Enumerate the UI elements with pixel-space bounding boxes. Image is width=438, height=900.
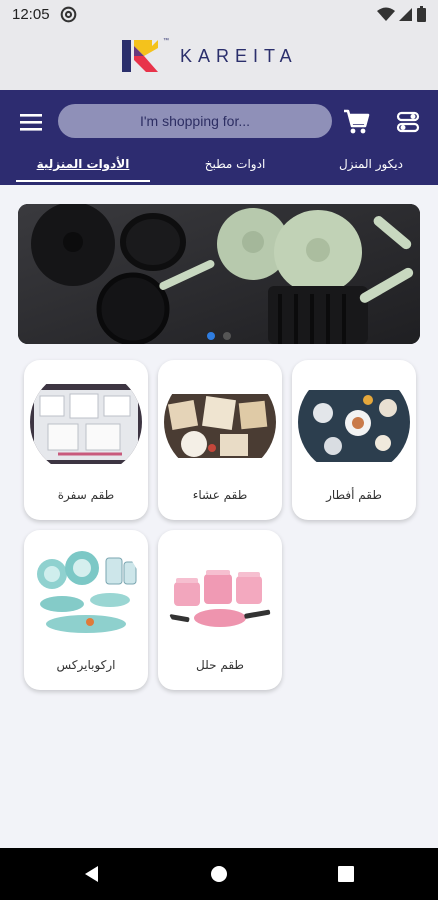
tab-home-decor[interactable]: ديكور المنزل xyxy=(316,152,426,182)
wifi-icon xyxy=(377,7,395,21)
filter-icon[interactable] xyxy=(396,108,420,136)
signal-icon xyxy=(399,7,412,21)
carousel-dot-active[interactable] xyxy=(207,332,215,340)
status-bar: 12:05 xyxy=(0,0,438,30)
cart-icon[interactable] xyxy=(342,108,370,136)
dinner-set-image xyxy=(164,368,276,476)
logo-trademark: ™ xyxy=(163,38,169,44)
kareita-logo-icon xyxy=(122,40,158,72)
category-card-dinner[interactable]: طقم عشاء xyxy=(158,360,282,520)
category-card-cookware[interactable]: طقم حلل xyxy=(158,530,282,690)
at-sign-icon xyxy=(60,6,77,23)
tab-household-tools[interactable]: الأدوات المنزلية xyxy=(16,152,150,182)
category-label: طقم سفرة xyxy=(57,488,115,502)
system-nav-bar xyxy=(0,848,438,900)
arcopyrex-set-image xyxy=(30,538,142,646)
category-label: طقم عشاء xyxy=(192,488,248,502)
carousel-dots xyxy=(18,332,420,340)
search-input[interactable] xyxy=(58,104,332,138)
category-card-dining[interactable]: طقم سفرة xyxy=(24,360,148,520)
category-card-arcopyrex[interactable]: اركوبايركس xyxy=(24,530,148,690)
breakfast-set-image xyxy=(298,368,410,476)
cookware-set-image xyxy=(164,538,276,646)
brand-bar: ™ KAREITA xyxy=(0,30,438,90)
brand-name: KAREITA xyxy=(180,46,298,66)
category-label: اركوبايركس xyxy=(56,658,116,672)
category-label: طقم حلل xyxy=(196,658,244,672)
dining-set-image xyxy=(30,368,142,476)
promo-banner[interactable] xyxy=(18,204,420,344)
recents-icon[interactable] xyxy=(336,864,356,884)
category-label: طقم أفطار xyxy=(326,488,382,502)
tab-kitchen-tools[interactable]: ادوات مطبخ xyxy=(170,152,300,182)
status-time: 12:05 xyxy=(12,6,50,23)
home-icon[interactable] xyxy=(209,864,229,884)
cookware-banner-image xyxy=(18,204,420,344)
menu-icon[interactable] xyxy=(18,110,46,134)
category-card-breakfast[interactable]: طقم أفطار xyxy=(292,360,416,520)
back-icon[interactable] xyxy=(82,864,102,884)
battery-icon xyxy=(417,6,426,22)
carousel-dot[interactable] xyxy=(223,332,231,340)
category-tabs: الأدوات المنزلية ادوات مطبخ ديكور المنزل xyxy=(0,152,438,185)
status-icons xyxy=(377,6,426,22)
active-tab-indicator xyxy=(16,180,150,182)
